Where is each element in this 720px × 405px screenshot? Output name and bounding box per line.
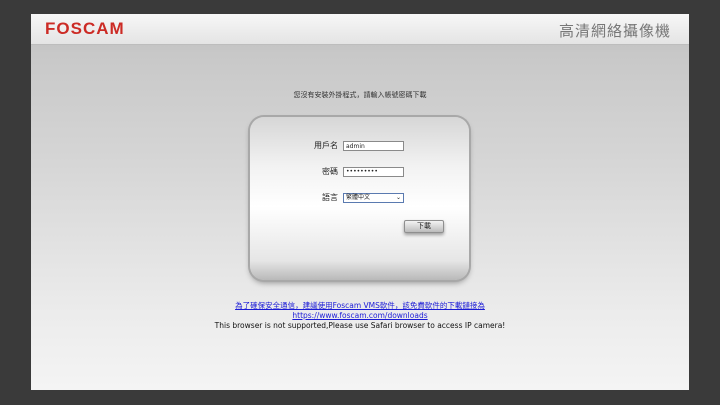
browser-page: FOSCAM 高清網絡攝像機 您沒有安裝外掛程式，請輸入帳號密碼下載 用戶名 密…	[31, 14, 689, 390]
browser-unsupported-notice: This browser is not supported,Please use…	[214, 321, 506, 330]
login-panel: 用戶名 密碼 ••••••••• 語言 繁體中文 ⌄ 下載	[250, 117, 469, 280]
foscam-logo: FOSCAM	[45, 19, 125, 38]
password-row: 密碼 •••••••••	[250, 166, 469, 178]
download-button[interactable]: 下載	[404, 220, 444, 233]
username-row: 用戶名	[250, 140, 469, 152]
language-row: 語言 繁體中文 ⌄	[250, 192, 469, 204]
header-bar: FOSCAM 高清網絡攝像機	[31, 14, 689, 45]
header-title: 高清網絡攝像機	[558, 22, 671, 40]
chevron-down-icon: ⌄	[395, 194, 401, 201]
language-label: 語言	[322, 193, 338, 202]
username-label: 用戶名	[314, 141, 338, 150]
vms-download-link[interactable]: 為了確保安全通信，建議使用Foscam VMS軟件，該免費軟件的下載鏈接為	[31, 300, 689, 311]
username-input[interactable]	[343, 141, 404, 151]
language-selected-value: 繁體中文	[346, 194, 371, 201]
password-label: 密碼	[322, 167, 338, 176]
password-input[interactable]: •••••••••	[343, 167, 404, 177]
foscam-downloads-url-link[interactable]: https://www.foscam.com/downloads	[31, 311, 689, 320]
plugin-notice: 您沒有安裝外掛程式，請輸入帳號密碼下載	[293, 91, 427, 99]
language-select[interactable]: 繁體中文 ⌄	[343, 193, 404, 203]
